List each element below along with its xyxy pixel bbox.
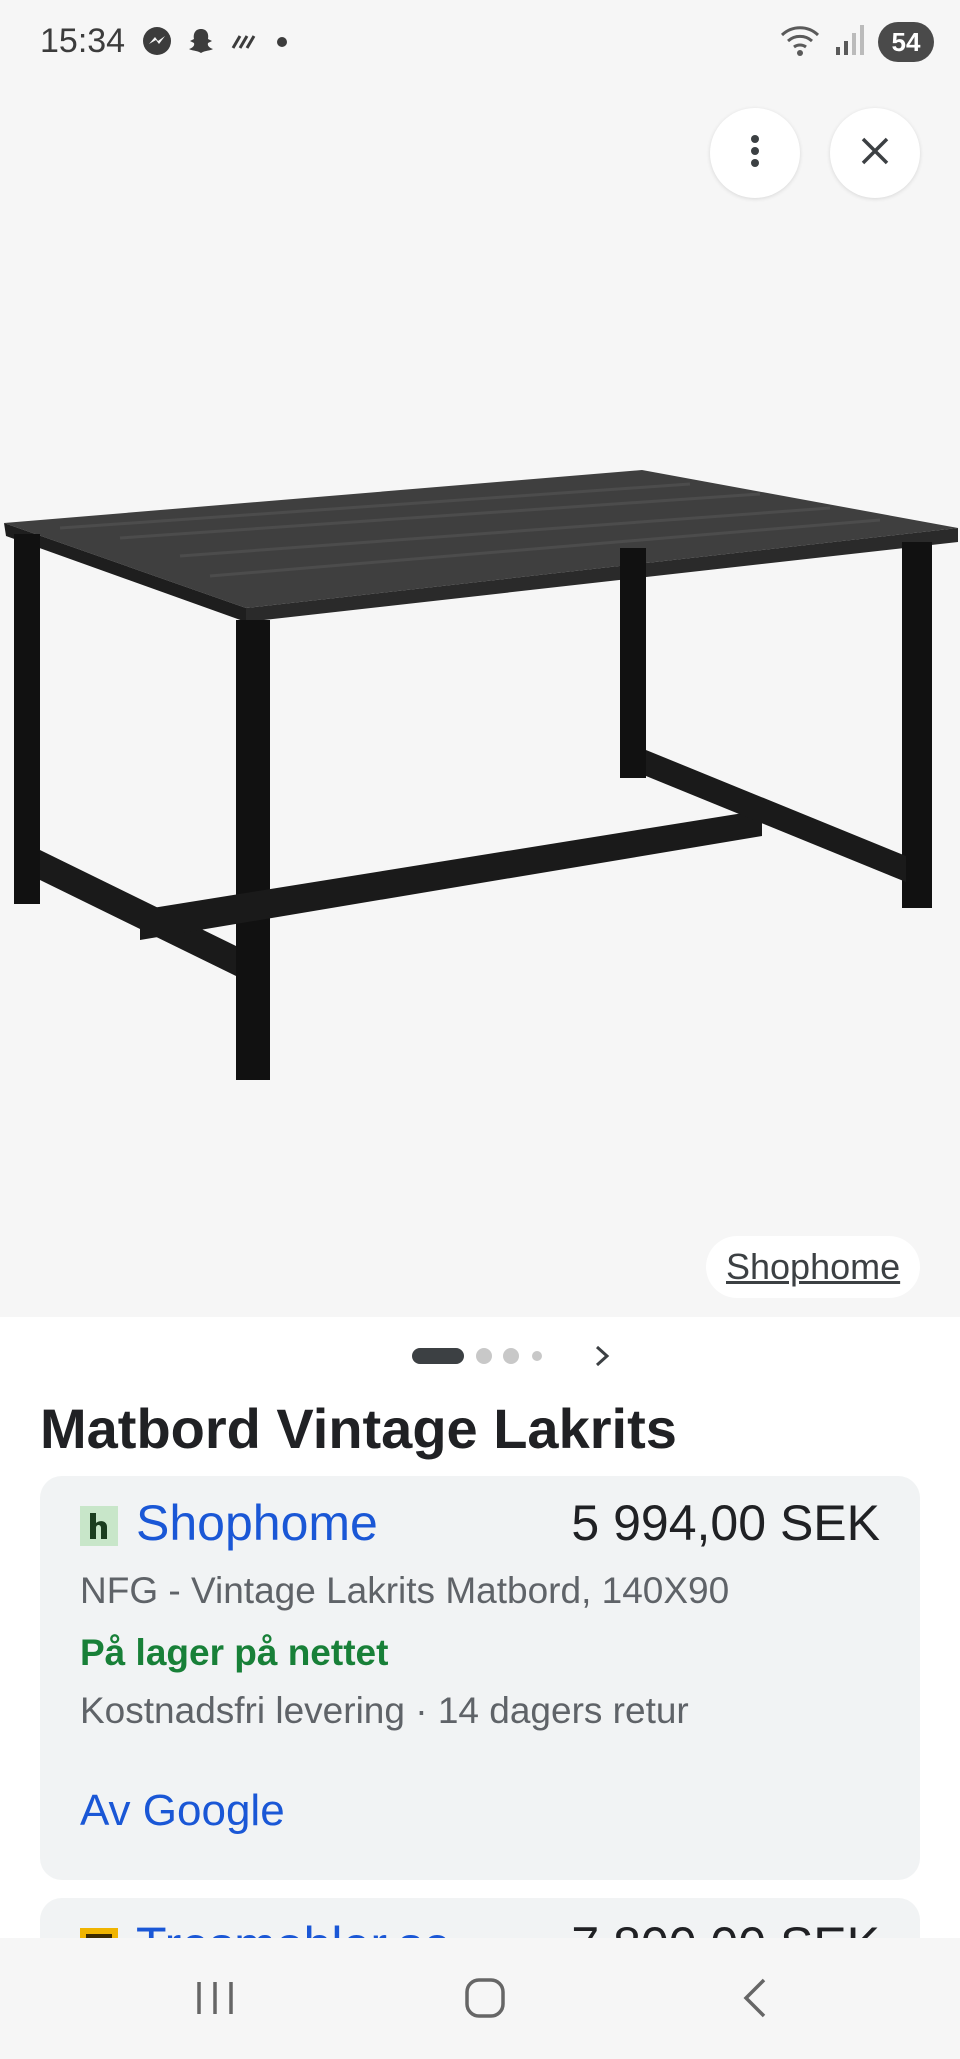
pager-dot[interactable]	[532, 1351, 542, 1361]
delivery-info: Kostnadsfri levering · 14 dagers retur	[80, 1690, 689, 1731]
offer-card[interactable]: Shophome 5 994,00 SEK NFG - Vintage Lakr…	[40, 1476, 920, 1880]
offer-price: 5 994,00 SEK	[571, 1495, 880, 1551]
system-icons: 54	[780, 22, 934, 62]
image-source-link[interactable]: Shophome	[706, 1236, 921, 1298]
missed-call-icon	[230, 26, 260, 61]
product-title: Matbord Vintage Lakrits	[40, 1397, 677, 1460]
notification-icons	[142, 26, 290, 61]
pager-dot[interactable]	[503, 1348, 519, 1364]
image-viewer[interactable]: Shophome	[0, 86, 960, 1317]
shophome-logo-icon	[80, 1506, 118, 1546]
status-time: 15:34	[40, 22, 126, 60]
battery-icon: 54	[878, 22, 934, 62]
image-pager[interactable]	[0, 1340, 960, 1372]
system-nav-bar	[0, 1938, 960, 2059]
close-icon	[860, 136, 890, 171]
more-options-button[interactable]	[710, 108, 800, 198]
pager-dot[interactable]	[476, 1348, 492, 1364]
close-button[interactable]	[830, 108, 920, 198]
black-table-image	[4, 470, 958, 1080]
recent-apps-icon[interactable]	[180, 1968, 250, 2028]
pager-dot-active[interactable]	[412, 1348, 464, 1364]
signal-icon	[834, 23, 864, 62]
wifi-icon	[780, 23, 820, 62]
stock-status: På lager på nettet	[80, 1632, 389, 1673]
messenger-icon	[142, 26, 172, 61]
offer-description: NFG - Vintage Lakrits Matbord, 140X90	[80, 1570, 730, 1611]
home-icon[interactable]	[450, 1968, 520, 2028]
status-bar: 15:34 54	[0, 0, 960, 86]
merchant-name-link[interactable]: Shophome	[136, 1494, 378, 1552]
dot-icon	[274, 26, 290, 61]
by-google-link[interactable]: Av Google	[80, 1786, 285, 1836]
chevron-right-icon[interactable]	[586, 1340, 618, 1372]
snapchat-icon	[186, 26, 216, 61]
back-icon[interactable]	[720, 1968, 790, 2028]
more-vert-icon	[749, 133, 761, 174]
